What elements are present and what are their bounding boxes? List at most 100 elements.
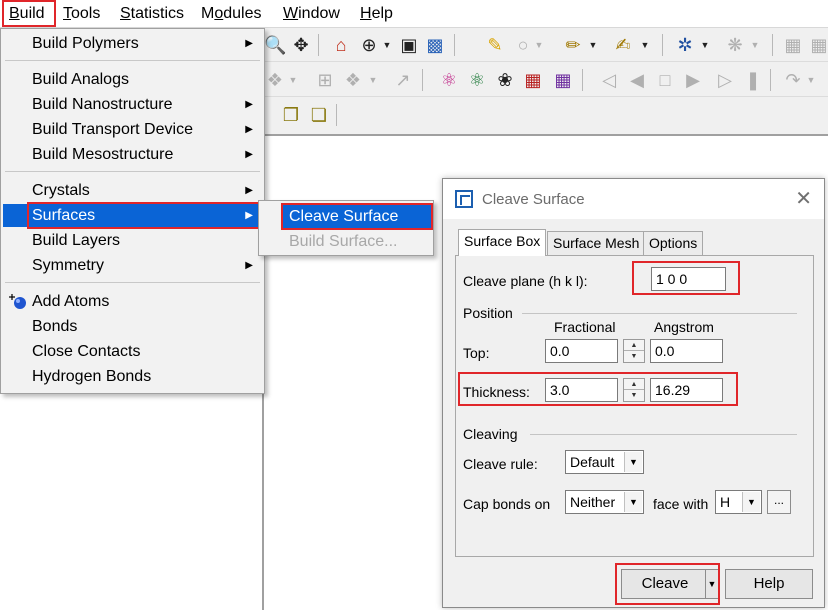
toolbar-separator [318, 34, 319, 56]
submenu-arrow-icon: ▶ [245, 260, 253, 271]
menu-tools[interactable]: Tools [63, 5, 100, 23]
menu-item-build-layers[interactable]: Build Layers [3, 229, 262, 252]
menu-build[interactable]: Build [9, 5, 45, 23]
close-icon[interactable]: ✕ [795, 188, 812, 210]
thickness-label: Thickness: [463, 384, 530, 400]
atoms-color-2-icon[interactable]: ⚛ [466, 69, 488, 91]
rewind-icon: ◁ [602, 70, 616, 90]
thickness-spinner[interactable]: ▲ ▼ [623, 378, 645, 402]
cell-2-icon: ❖ [344, 70, 362, 90]
molecule-dropdown-icon[interactable]: ▼ [700, 34, 710, 56]
cell-dropdown-icon: ▼ [368, 75, 378, 85]
export-dropdown-icon: ▼ [806, 75, 816, 85]
surface-box-panel: Cleave plane (h k l): 1 0 0 Position Fra… [455, 255, 814, 557]
document-stack-icon[interactable]: ❏ [308, 104, 330, 126]
cleave-dropdown-icon[interactable]: ▼ [705, 569, 719, 599]
menu-item-surfaces[interactable]: Surfaces ▶ [3, 204, 262, 227]
submenu-item-build-surface: Build Surface... [289, 233, 398, 250]
face-with-select[interactable]: H ▼ [715, 490, 762, 514]
chevron-down-icon[interactable]: ▼ [624, 492, 642, 512]
pencil-icon[interactable]: ✎ [484, 34, 506, 56]
menu-item-build-analogs[interactable]: Build Analogs [3, 68, 262, 91]
menu-item-build-nanostructure[interactable]: Build Nanostructure ▶ [3, 93, 262, 116]
sketch-icon[interactable]: ✏ [562, 34, 584, 56]
toolbar-row-3: ❐ ❏ [262, 98, 828, 132]
step-forward-icon: ▶ [686, 70, 700, 90]
target-dropdown-icon[interactable]: ▼ [382, 34, 392, 56]
zoom-icon[interactable]: 🔍 [264, 34, 286, 56]
position-group-label: Position [463, 305, 513, 321]
spin-up-icon[interactable]: ▲ [624, 340, 644, 351]
tab-options[interactable]: Options [643, 231, 704, 255]
menu-item-close-contacts[interactable]: Close Contacts [3, 340, 262, 363]
menu-item-build-transport-device[interactable]: Build Transport Device ▶ [3, 118, 262, 141]
draw-icon[interactable]: ✍ [612, 34, 634, 56]
play-icon: ▷ [718, 70, 732, 90]
build-menu: Build Polymers ▶ Build Analogs Build Nano… [0, 28, 265, 394]
menu-separator [5, 171, 260, 172]
toolbar-row-1: 🔍 ✥ ⌂ ⊕ ▼ ▣ ▩ ✎ ○ ▼ ✏ ▼ ✍ ▼ ✲ ▼ ❋ ▼ ▦ ▦ [262, 28, 828, 62]
cleave-rule-select[interactable]: Default ▼ [565, 450, 644, 474]
menu-modules[interactable]: Modules [201, 5, 261, 23]
menu-item-build-mesostructure[interactable]: Build Mesostructure ▶ [3, 143, 262, 166]
stop-icon: □ [659, 70, 671, 90]
target-icon[interactable]: ⊕ [358, 34, 380, 56]
top-label: Top: [463, 345, 490, 361]
submenu-item-cleave-surface[interactable]: Cleave Surface [283, 205, 431, 228]
chevron-down-icon[interactable]: ▼ [742, 492, 760, 512]
cap-bonds-select[interactable]: Neither ▼ [565, 490, 644, 514]
tab-surface-box[interactable]: Surface Box [458, 229, 547, 256]
submenu-arrow-icon: ▶ [245, 149, 253, 160]
thickness-angstrom-input[interactable]: 16.29 [650, 378, 723, 402]
element-picker-button[interactable]: ... [767, 490, 791, 514]
angstrom-column-label: Angstrom [654, 319, 714, 335]
thickness-fractional-input[interactable]: 3.0 [545, 378, 618, 402]
toolbar-separator [662, 34, 663, 56]
top-fractional-input[interactable]: 0.0 [545, 339, 618, 363]
sketch-dropdown-icon[interactable]: ▼ [588, 34, 598, 56]
draw-dropdown-icon[interactable]: ▼ [640, 34, 650, 56]
grid-color-icon[interactable]: ▦ [522, 69, 544, 91]
molecule-icon[interactable]: ✲ [674, 34, 696, 56]
face-with-label: face with [653, 496, 709, 512]
grid-color-2-icon[interactable]: ▦ [552, 69, 574, 91]
spin-up-icon[interactable]: ▲ [624, 379, 644, 390]
chevron-down-icon[interactable]: ▼ [624, 452, 642, 472]
cleave-plane-input[interactable]: 1 0 0 [651, 267, 726, 291]
cleave-button[interactable]: Cleave [621, 569, 709, 599]
menu-item-hydrogen-bonds[interactable]: Hydrogen Bonds [3, 365, 262, 388]
menu-separator [5, 60, 260, 61]
cleave-surface-dialog: Cleave Surface ✕ Surface Box Surface Mes… [442, 178, 825, 608]
chart-icon: ↗ [395, 70, 411, 90]
cube-stack-icon[interactable]: ❐ [280, 104, 302, 126]
pan-icon[interactable]: ✥ [290, 34, 312, 56]
atoms-color-icon[interactable]: ⚛ [438, 69, 460, 91]
properties-icon[interactable]: ▩ [424, 34, 446, 56]
menu-help[interactable]: Help [360, 5, 393, 23]
fit-view-icon[interactable]: ▣ [398, 34, 420, 56]
toolbar-separator [454, 34, 455, 56]
tab-surface-mesh[interactable]: Surface Mesh [547, 231, 646, 255]
cleaving-group-label: Cleaving [463, 426, 518, 442]
submenu-arrow-icon: ▶ [245, 124, 253, 135]
menu-statistics[interactable]: Statistics [120, 5, 184, 23]
dialog-title: Cleave Surface [482, 191, 585, 208]
spin-down-icon[interactable]: ▼ [624, 390, 644, 401]
step-back-icon: ◀ [630, 70, 644, 90]
menu-item-symmetry[interactable]: Symmetry ▶ [3, 254, 262, 277]
menu-item-crystals[interactable]: Crystals ▶ [3, 179, 262, 202]
menu-item-add-atoms[interactable]: Add Atoms [3, 290, 262, 313]
spin-down-icon[interactable]: ▼ [624, 351, 644, 362]
cell-icon: ⊞ [317, 70, 333, 90]
help-button[interactable]: Help [725, 569, 813, 599]
home-icon[interactable]: ⌂ [330, 34, 352, 56]
top-spinner[interactable]: ▲ ▼ [623, 339, 645, 363]
orbital-icon[interactable]: ❀ [494, 69, 516, 91]
menu-item-bonds[interactable]: Bonds [3, 315, 262, 338]
toolbar-separator [770, 69, 771, 91]
top-angstrom-input[interactable]: 0.0 [650, 339, 723, 363]
cleaving-group-line [530, 434, 797, 435]
menu-item-build-polymers[interactable]: Build Polymers ▶ [3, 32, 262, 55]
menu-window[interactable]: Window [283, 5, 340, 23]
dialog-titlebar[interactable]: Cleave Surface ✕ [443, 179, 824, 219]
